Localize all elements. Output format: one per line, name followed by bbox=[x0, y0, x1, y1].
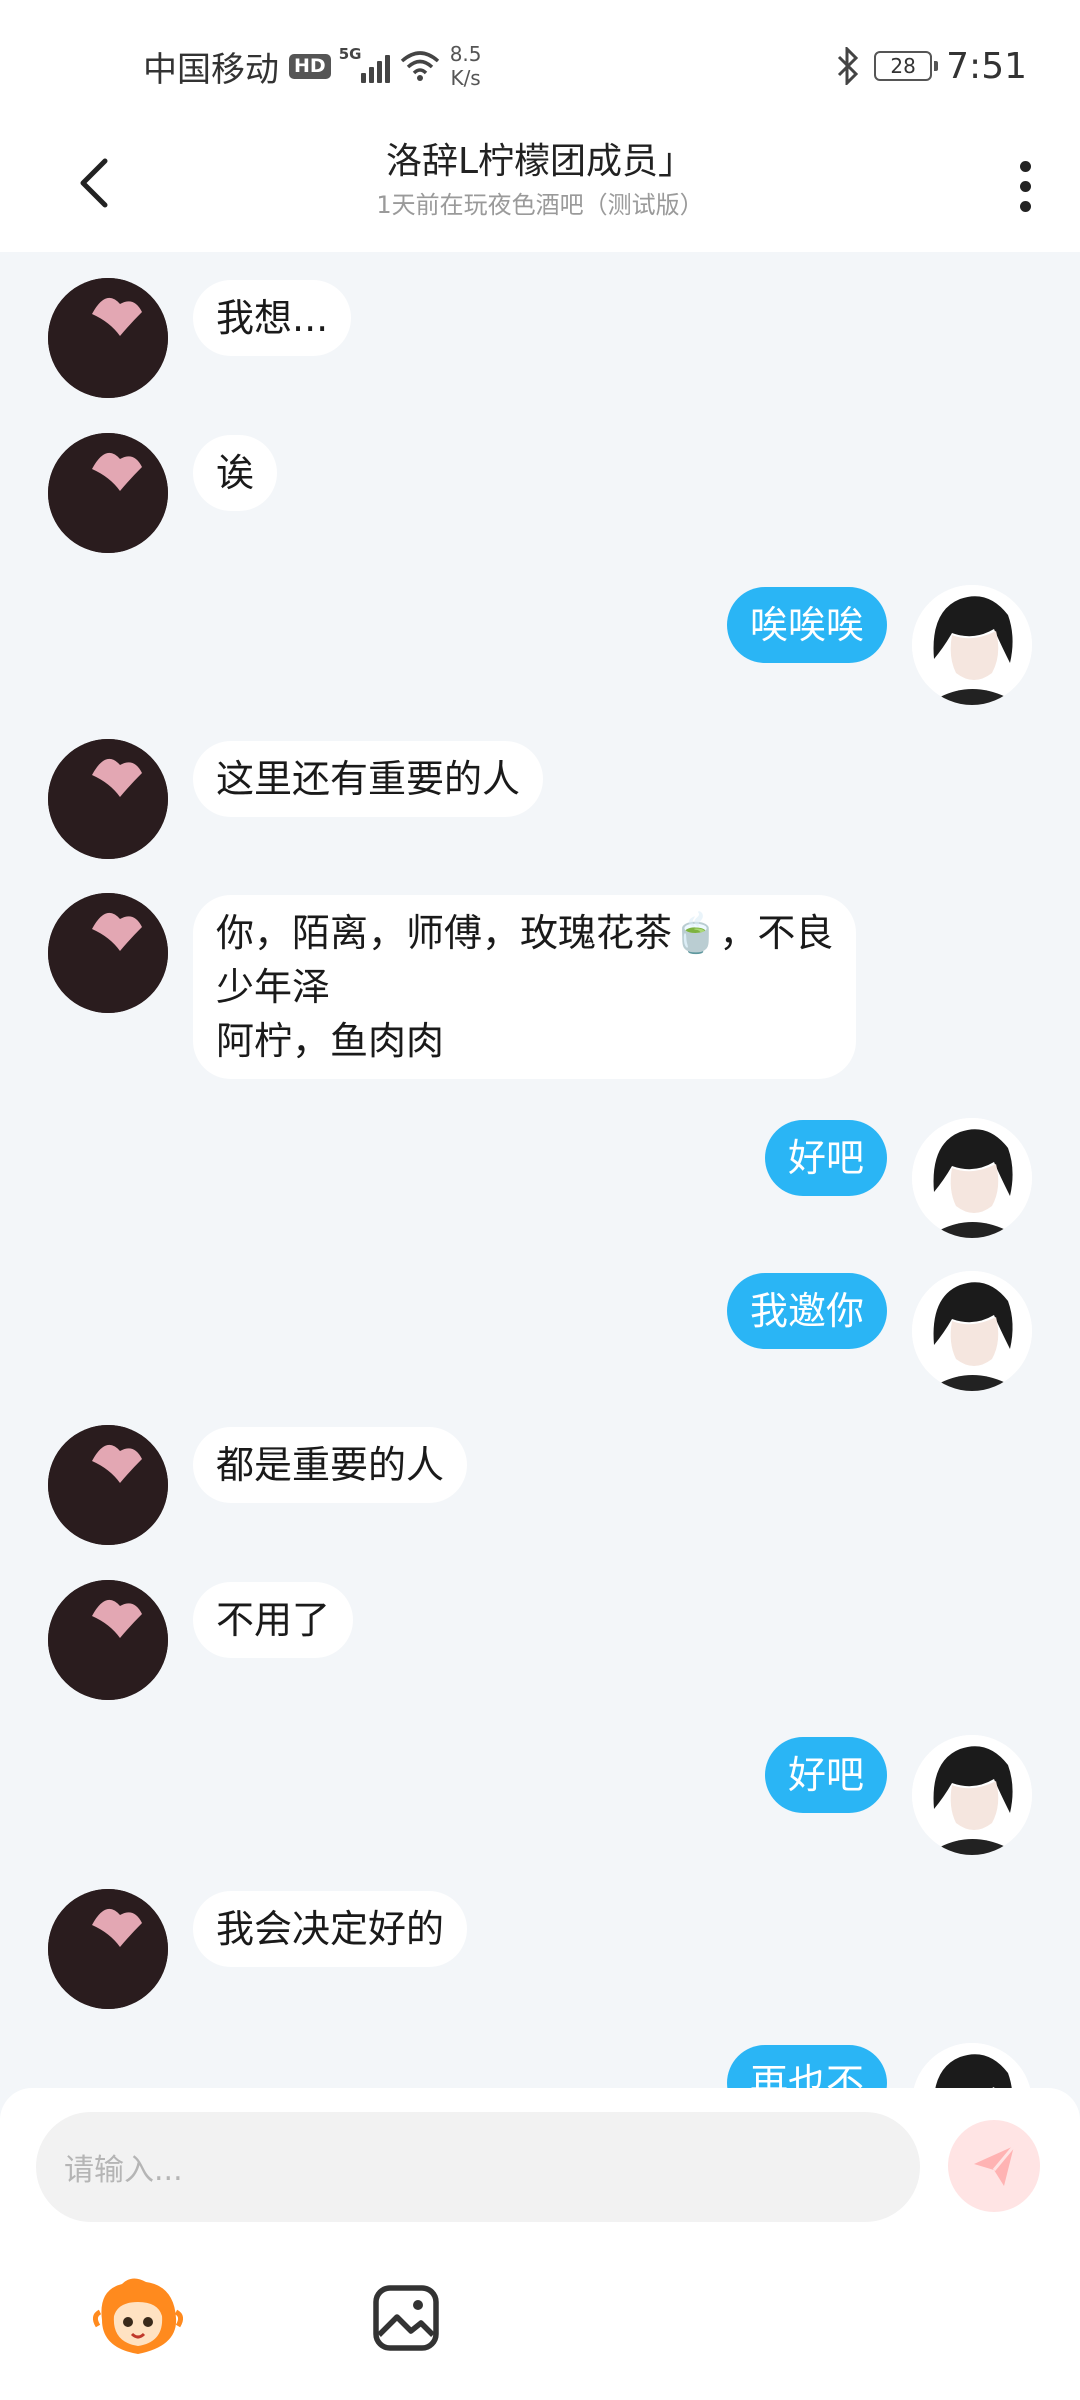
signal-icon: 5G bbox=[339, 45, 390, 83]
status-left: 中国移动 HD 5G 8.5 K/s bbox=[143, 38, 482, 94]
input-placeholder: 请输入... bbox=[64, 2153, 183, 2188]
wifi-icon bbox=[400, 51, 439, 81]
speed-unit: K/s bbox=[450, 66, 481, 90]
message-bubble[interactable]: 我会决定好的 bbox=[193, 1891, 468, 1967]
message-bubble[interactable]: 这里还有重要的人 bbox=[193, 741, 544, 817]
message-bubble[interactable]: 我邀你 bbox=[726, 1273, 887, 1349]
character-emoji-icon bbox=[92, 2278, 184, 2354]
avatar[interactable] bbox=[912, 1118, 1032, 1238]
send-icon bbox=[974, 2145, 1016, 2186]
avatar[interactable] bbox=[912, 585, 1032, 705]
avatar[interactable] bbox=[48, 893, 168, 1013]
title-block: 洛辞L柠檬团成员」 1天前在玩夜色酒吧（测试版） bbox=[0, 138, 1080, 222]
chat-message-list[interactable]: 我想... 诶 唉唉唉 这里还有重要的人 你，陌离，师傅，玫瑰花茶🍵，不良 少年… bbox=[0, 252, 1080, 2092]
input-panel: 请输入... bbox=[0, 2088, 1080, 2400]
chat-header: 洛辞L柠檬团成员」 1天前在玩夜色酒吧（测试版） bbox=[0, 120, 1080, 252]
clock: 7:51 bbox=[946, 45, 1027, 87]
message-bubble[interactable]: 唉唉唉 bbox=[726, 587, 887, 663]
avatar[interactable] bbox=[48, 739, 168, 859]
status-bar: 中国移动 HD 5G 8.5 K/s 28 7:51 bbox=[0, 0, 1080, 120]
status-right: 28 7:51 bbox=[836, 38, 1027, 94]
battery-level: 28 bbox=[890, 54, 916, 78]
message-bubble[interactable]: 好吧 bbox=[764, 1120, 887, 1196]
avatar[interactable] bbox=[912, 1735, 1032, 1855]
image-button[interactable] bbox=[356, 2268, 456, 2368]
message-bubble[interactable]: 好吧 bbox=[764, 1737, 887, 1813]
send-button[interactable] bbox=[948, 2120, 1040, 2212]
page-subtitle: 1天前在玩夜色酒吧（测试版） bbox=[376, 191, 704, 219]
message-bubble[interactable]: 不用了 bbox=[193, 1582, 354, 1658]
avatar[interactable] bbox=[912, 1271, 1032, 1391]
avatar[interactable] bbox=[48, 278, 168, 398]
message-bubble[interactable]: 我想... bbox=[193, 280, 352, 356]
page-title: 洛辞L柠檬团成员」 bbox=[385, 141, 695, 182]
avatar[interactable] bbox=[48, 1580, 168, 1700]
bluetooth-icon bbox=[838, 47, 859, 85]
avatar[interactable] bbox=[48, 433, 168, 553]
message-bubble[interactable]: 你，陌离，师傅，玫瑰花茶🍵，不良 少年泽 阿柠，鱼肉肉 bbox=[193, 895, 857, 1079]
message-bubble[interactable]: 再也不 bbox=[726, 2045, 887, 2092]
message-input[interactable]: 请输入... bbox=[36, 2112, 920, 2222]
image-icon bbox=[373, 2285, 439, 2351]
more-vertical-icon[interactable] bbox=[990, 148, 1060, 224]
network-type: 5G bbox=[338, 45, 362, 63]
hd-badge: HD bbox=[289, 53, 331, 79]
battery-icon: 28 bbox=[874, 51, 939, 81]
speed-value: 8.5 bbox=[449, 42, 482, 66]
avatar[interactable] bbox=[48, 1425, 168, 1545]
character-emoji-button[interactable] bbox=[88, 2268, 188, 2368]
message-bubble[interactable]: 都是重要的人 bbox=[193, 1427, 468, 1503]
carrier-name: 中国移动 bbox=[143, 49, 279, 90]
avatar[interactable] bbox=[912, 2043, 1032, 2092]
message-bubble[interactable]: 诶 bbox=[193, 435, 278, 511]
network-speed: 8.5 K/s bbox=[450, 42, 482, 90]
avatar[interactable] bbox=[48, 1889, 168, 2009]
